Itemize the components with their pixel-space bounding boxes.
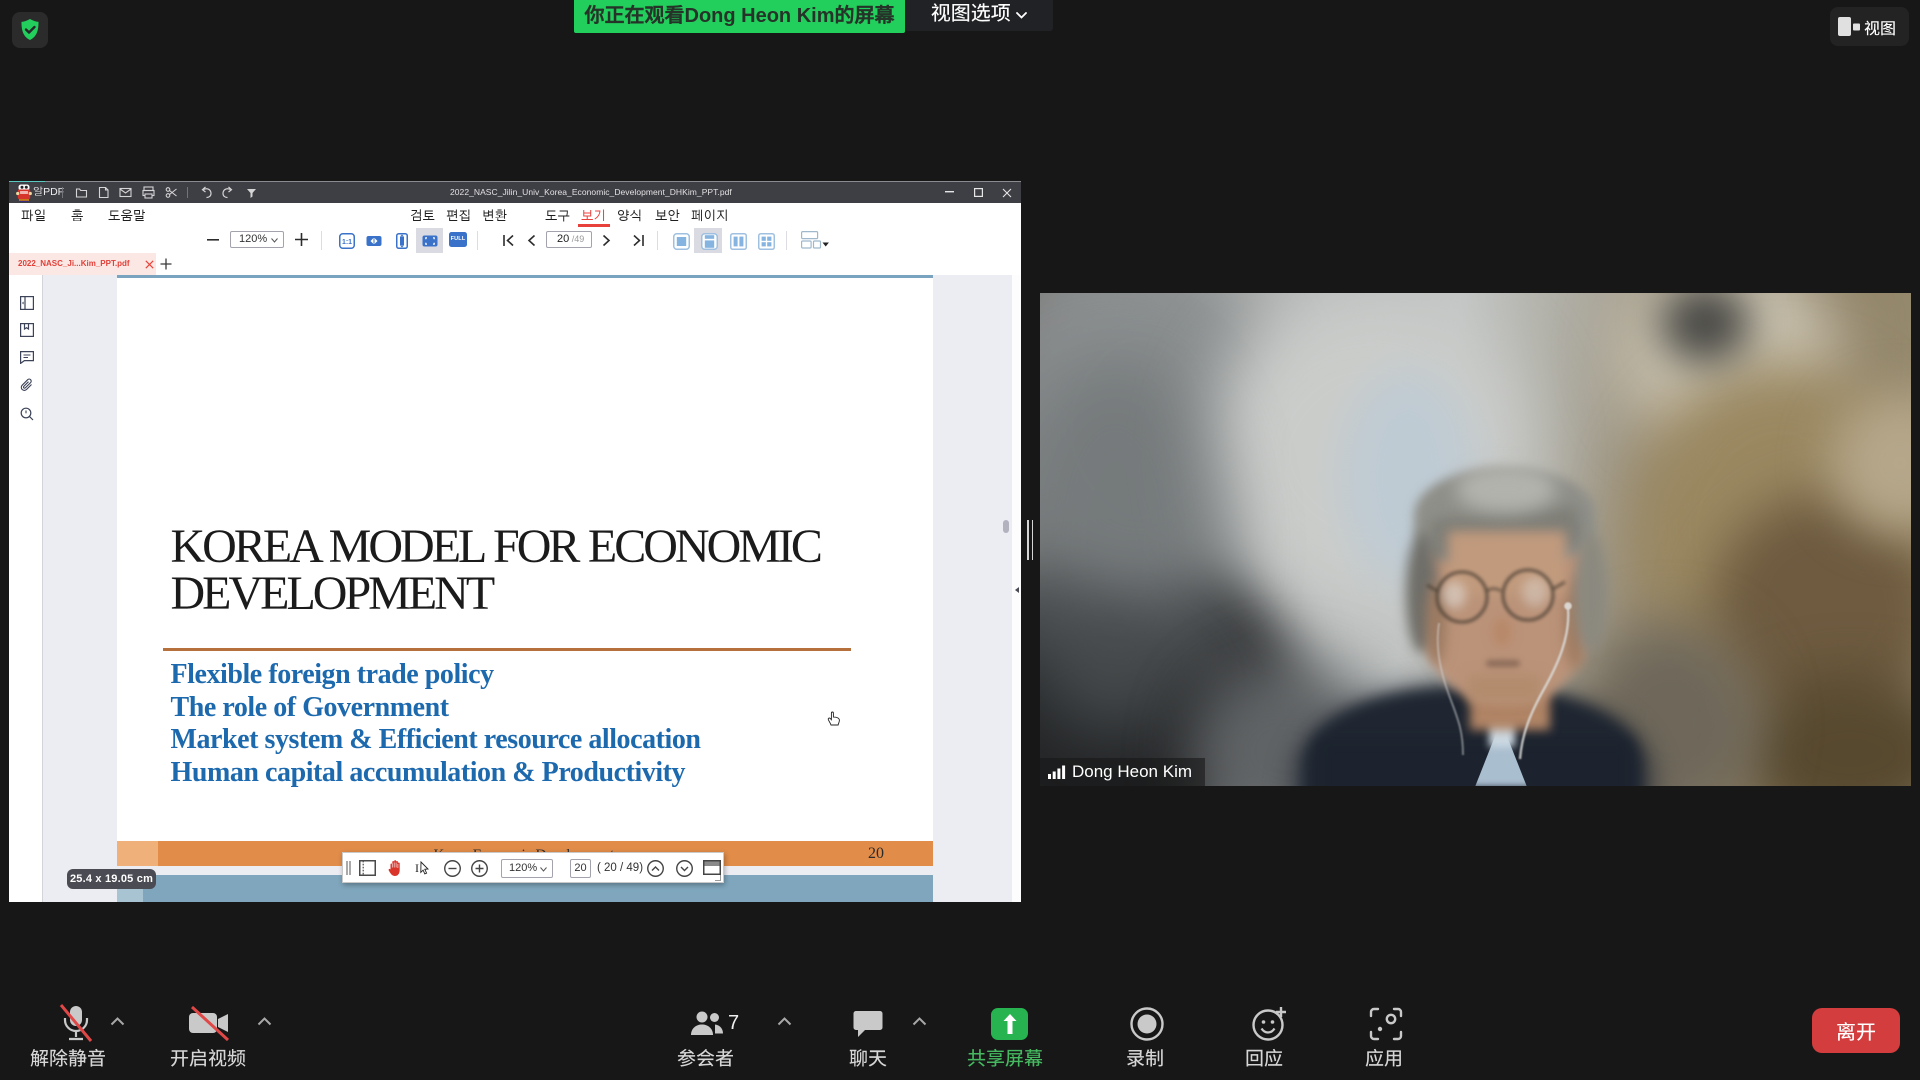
svg-text:1:1: 1:1 xyxy=(342,239,352,246)
svg-text:I: I xyxy=(415,861,419,875)
